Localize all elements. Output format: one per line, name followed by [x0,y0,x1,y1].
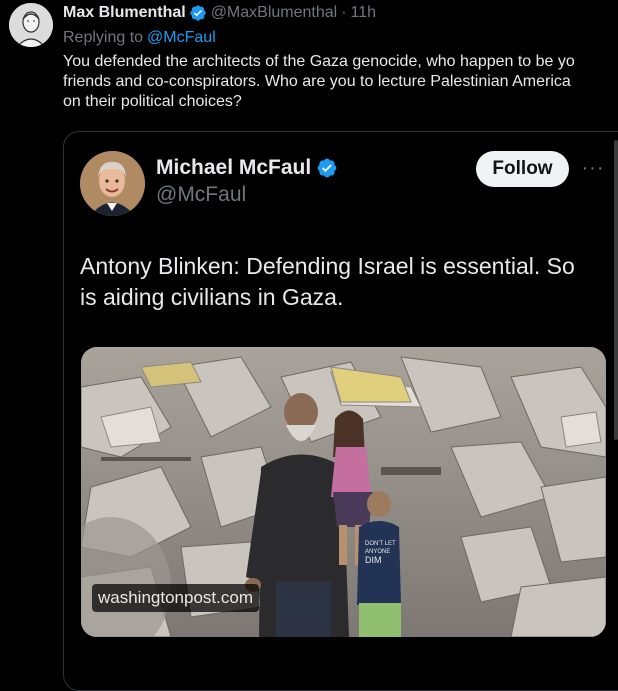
media-source-label[interactable]: washingtonpost.com [92,584,259,612]
quoted-text-line: is aiding civilians in Gaza. [80,284,344,310]
timestamp[interactable]: 11h [351,4,377,22]
replying-to-label: Replying to [63,29,144,46]
separator-dot: · [341,4,347,21]
avatar-michael-mcfaul[interactable] [80,151,145,216]
replying-to-mention[interactable]: @McFaul [147,29,216,46]
verified-badge-icon[interactable] [189,4,207,22]
quoted-author-handle[interactable]: @McFaul [156,183,246,207]
verified-badge-icon[interactable] [316,157,338,179]
reply-text-line: You defended the architects of the Gaza … [63,53,575,70]
svg-text:DON'T LET: DON'T LET [365,541,396,547]
sketch-portrait-avatar-icon [9,3,53,47]
more-options-icon[interactable]: ··· [580,158,606,178]
replying-to: Replying to @McFaul [63,29,216,47]
avatar-max-blumenthal[interactable] [9,3,53,47]
quoted-author-name-row: Michael McFaul [156,156,338,180]
quoted-tweet-text: Antony Blinken: Defending Israel is esse… [80,251,610,313]
author-handle[interactable]: @MaxBlumenthal [211,4,338,22]
reply-text-line: friends and co-conspirators. Who are you… [63,73,571,90]
svg-text:DIM: DIM [365,555,382,565]
scrollbar[interactable] [614,140,618,440]
author-name[interactable]: Max Blumenthal [63,4,186,22]
reply-tweet-header: Max Blumenthal @MaxBlumenthal · 11h [63,3,376,23]
quoted-text-line: Antony Blinken: Defending Israel is esse… [80,253,575,279]
reply-text-line: on their political choices? [63,93,242,110]
photo-avatar-icon [80,151,145,216]
quoted-author-name[interactable]: Michael McFaul [156,156,311,180]
follow-button[interactable]: Follow [476,151,569,187]
reply-tweet-text: You defended the architects of the Gaza … [63,52,618,112]
